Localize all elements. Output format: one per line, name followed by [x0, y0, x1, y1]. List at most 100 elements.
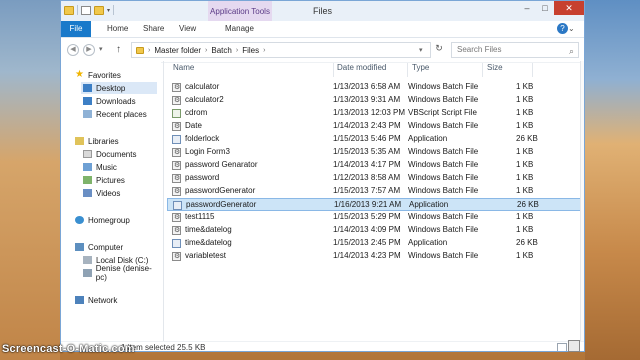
expand-ribbon-icon[interactable]: ⌄	[568, 24, 580, 34]
file-row[interactable]: ⚙ calculator 1/13/2013 6:58 AM Windows Batc…	[167, 81, 582, 94]
nav-label: Recent places	[96, 109, 147, 119]
search-input[interactable]: Search Files ⌕	[451, 42, 579, 58]
minimize-button[interactable]: –	[518, 1, 536, 15]
file-size: 1 KB	[516, 95, 534, 104]
nav-videos[interactable]: Videos	[83, 187, 120, 199]
file-type: Windows Batch File	[408, 186, 479, 195]
file-size: 1 KB	[516, 225, 534, 234]
column-header-date[interactable]: Date modified	[337, 63, 386, 77]
file-row[interactable]: ⚙ test1115 1/15/2013 5:29 PM Windows Batch …	[167, 211, 582, 224]
batch-file-icon: ⚙	[172, 213, 181, 222]
breadcrumb-batch[interactable]: Batch	[211, 46, 231, 55]
up-button[interactable]: ↑	[116, 44, 121, 55]
back-button[interactable]: ◀	[67, 44, 79, 56]
pane-divider[interactable]	[163, 61, 164, 341]
file-row[interactable]: time&datelog 1/15/2013 2:45 PM Application…	[167, 237, 582, 250]
file-row[interactable]: cdrom 1/13/2013 12:03 PM VBScript Script F…	[167, 107, 582, 120]
file-row[interactable]: ⚙ Login Form3 1/15/2013 5:35 AM Windows Bat…	[167, 146, 582, 159]
forward-button[interactable]: ▶	[83, 44, 95, 56]
nav-label: Homegroup	[88, 215, 130, 225]
file-row[interactable]: ⚙ password 1/12/2013 8:58 AM Windows Batch …	[167, 172, 582, 185]
file-date-modified: 1/15/2013 5:29 PM	[333, 212, 401, 221]
batch-file-icon: ⚙	[172, 83, 181, 92]
file-row[interactable]: ⚙ password Genarator 1/14/2013 4:17 PM Wind…	[167, 159, 582, 172]
tab-home[interactable]: Home	[99, 21, 136, 37]
drive-icon	[83, 256, 92, 264]
file-size: 1 KB	[516, 147, 534, 156]
network-icon	[75, 296, 84, 304]
address-dropdown-icon[interactable]: ▾	[419, 46, 423, 54]
column-header-type[interactable]: Type	[412, 63, 429, 77]
details-view-icon[interactable]	[557, 343, 567, 351]
nav-label: Downloads	[96, 96, 136, 106]
file-row[interactable]: folderlock 1/15/2013 5:46 PM Application 26…	[167, 133, 582, 146]
column-header-name[interactable]: Name	[173, 63, 194, 77]
breadcrumb-files[interactable]: Files	[242, 46, 259, 55]
nav-favorites[interactable]: ★ Favorites	[75, 69, 121, 81]
scrollbar[interactable]	[580, 61, 584, 341]
watermark: Screencast-O-Matic.com	[2, 343, 135, 355]
file-size: 1 KB	[516, 173, 534, 182]
breadcrumb-master-folder[interactable]: Master folder	[154, 46, 201, 55]
address-bar-row: ◀ ▶ ▾ ↑ › Master folder › Batch › Files …	[61, 38, 584, 63]
nav-computer[interactable]: Computer	[75, 241, 123, 253]
nav-desktop[interactable]: Desktop	[81, 82, 157, 94]
file-date-modified: 1/14/2013 4:09 PM	[333, 225, 401, 234]
nav-network[interactable]: Network	[75, 294, 117, 306]
network-drive-icon	[83, 269, 92, 277]
file-date-modified: 1/13/2013 6:58 AM	[333, 82, 401, 91]
maximize-button[interactable]: □	[536, 1, 554, 15]
file-type: Application	[409, 200, 449, 209]
column-header-size[interactable]: Size	[487, 63, 503, 77]
videos-icon	[83, 189, 92, 197]
tab-share[interactable]: Share	[135, 21, 172, 37]
chevron-right-icon[interactable]: ›	[263, 47, 265, 54]
file-name: folderlock	[185, 134, 220, 143]
file-name: passwordGenerator	[185, 186, 256, 195]
music-icon	[83, 163, 92, 171]
nav-music[interactable]: Music	[83, 161, 117, 173]
tab-file[interactable]: File	[61, 21, 91, 37]
nav-libraries[interactable]: Libraries	[75, 135, 119, 147]
address-field[interactable]: › Master folder › Batch › Files ›	[131, 42, 431, 58]
recent-locations-icon[interactable]: ▾	[99, 45, 103, 53]
file-row[interactable]: ⚙ Date 1/14/2013 2:43 PM Windows Batch File…	[167, 120, 582, 133]
recorder-icon[interactable]	[568, 340, 580, 352]
desktop-background-left	[0, 0, 60, 360]
file-date-modified: 1/13/2013 9:31 AM	[333, 95, 401, 104]
downloads-icon	[83, 97, 92, 105]
file-row[interactable]: ⚙ passwordGenerator 1/15/2013 7:57 AM Windo…	[167, 185, 582, 198]
ribbon-tabs: File Home Share View Manage ⌄ ?	[61, 21, 584, 38]
file-type: Application	[408, 238, 448, 247]
help-icon[interactable]: ?	[557, 23, 568, 34]
nav-documents[interactable]: Documents	[83, 148, 136, 160]
file-date-modified: 1/15/2013 7:57 AM	[333, 186, 401, 195]
chevron-right-icon[interactable]: ›	[205, 47, 207, 54]
file-size: 1 KB	[516, 212, 534, 221]
file-row[interactable]: ⚙ time&datelog 1/14/2013 4:09 PM Windows Ba…	[167, 224, 582, 237]
file-name: calculator	[185, 82, 220, 91]
nav-downloads[interactable]: Downloads	[83, 95, 136, 107]
file-type: Windows Batch File	[408, 82, 479, 91]
file-row[interactable]: passwordGenerator 1/16/2013 9:21 AM Applic…	[167, 198, 582, 211]
batch-file-icon: ⚙	[172, 161, 181, 170]
close-button[interactable]: ✕	[554, 1, 584, 15]
tab-view[interactable]: View	[171, 21, 204, 37]
file-name: cdrom	[185, 108, 208, 117]
refresh-icon[interactable]: ↻	[433, 43, 445, 57]
nav-recent-places[interactable]: Recent places	[83, 108, 147, 120]
tab-manage[interactable]: Manage	[217, 21, 262, 37]
nav-label: Libraries	[88, 136, 119, 146]
chevron-right-icon[interactable]: ›	[236, 47, 238, 54]
application-icon	[173, 201, 182, 210]
gear-icon: ⚙	[174, 84, 181, 91]
gear-icon: ⚙	[174, 149, 181, 156]
file-size: 1 KB	[516, 186, 534, 195]
nav-denise-pc[interactable]: Denise (denise-pc)	[83, 264, 161, 282]
file-size: 1 KB	[516, 160, 534, 169]
nav-homegroup[interactable]: Homegroup	[75, 214, 130, 226]
file-list: Name Date modified Type Size ⚙ calculator…	[167, 63, 584, 338]
nav-pictures[interactable]: Pictures	[83, 174, 125, 186]
file-row[interactable]: ⚙ calculator2 1/13/2013 9:31 AM Windows Bat…	[167, 94, 582, 107]
file-row[interactable]: ⚙ variabletest 1/14/2013 4:23 PM Windows Ba…	[167, 250, 582, 263]
